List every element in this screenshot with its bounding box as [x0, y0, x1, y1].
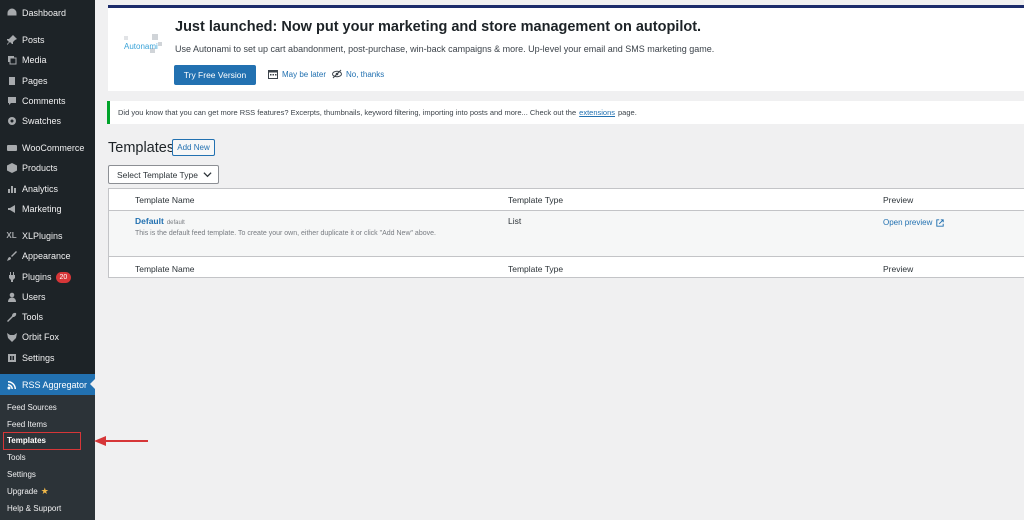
submenu-feed-items[interactable]: Feed Items	[7, 420, 47, 429]
sidebar-item-orbit-fox[interactable]: Orbit Fox	[0, 327, 95, 347]
svg-text:Autonami: Autonami	[124, 42, 158, 51]
sidebar-item-dashboard[interactable]: Dashboard	[0, 3, 95, 23]
fox-icon	[6, 332, 17, 343]
wrench-icon	[6, 312, 17, 323]
sidebar-item-comments[interactable]: Comments	[0, 91, 95, 111]
settings-icon	[6, 353, 17, 364]
template-name-link[interactable]: Default default	[135, 216, 185, 226]
xl-icon: XL	[6, 231, 17, 240]
page-title: Templates	[108, 140, 175, 156]
rss-aggregator-submenu: Feed Sources Feed Items Templates Tools …	[0, 395, 95, 520]
column-header-template-name[interactable]: Template Name	[135, 195, 195, 205]
sidebar-item-plugins[interactable]: Plugins 20	[0, 267, 95, 287]
sidebar-item-pages[interactable]: Pages	[0, 71, 95, 91]
footer-header-template-type[interactable]: Template Type	[508, 264, 563, 274]
template-type-value: List	[508, 216, 522, 226]
submenu-help-support[interactable]: Help & Support	[7, 504, 61, 513]
sidebar-item-posts[interactable]: Posts	[0, 30, 95, 50]
submenu-feed-sources[interactable]: Feed Sources	[7, 403, 57, 412]
plug-icon	[6, 272, 17, 283]
templates-highlight-box	[3, 432, 81, 450]
submenu-upgrade[interactable]: Upgrade ★	[7, 486, 49, 497]
sidebar-item-users[interactable]: Users	[0, 287, 95, 307]
media-icon	[6, 55, 17, 66]
woocommerce-icon	[6, 143, 17, 154]
sidebar-item-tools[interactable]: Tools	[0, 307, 95, 327]
box-icon	[6, 163, 17, 174]
notice-title: Just launched: Now put your marketing an…	[175, 19, 702, 35]
bar-chart-icon	[6, 184, 17, 195]
rss-icon	[6, 379, 17, 390]
templates-table: Template Name Template Type Preview Defa…	[108, 188, 1024, 278]
column-header-preview: Preview	[883, 195, 914, 205]
user-icon	[6, 292, 17, 303]
brush-icon	[6, 251, 17, 262]
sidebar-item-woocommerce[interactable]: WooCommerce	[0, 138, 95, 158]
sidebar-item-appearance[interactable]: Appearance	[0, 246, 95, 266]
calendar-icon	[268, 69, 278, 79]
dashboard-icon	[6, 8, 17, 19]
star-icon: ★	[40, 486, 49, 496]
autonami-promo-notice: Autonami Just launched: Now put your mar…	[108, 5, 1024, 91]
template-description: This is the default feed template. To cr…	[135, 230, 436, 237]
sidebar-item-products[interactable]: Products	[0, 158, 95, 178]
column-header-template-type[interactable]: Template Type	[508, 195, 563, 205]
external-link-icon	[936, 218, 945, 227]
rss-extensions-notice: Did you know that you can get more RSS f…	[107, 101, 1024, 124]
plugin-updates-badge: 20	[55, 271, 72, 283]
no-thanks-link[interactable]: No, thanks	[332, 69, 384, 79]
extensions-link[interactable]: extensions	[579, 108, 615, 117]
red-arrow-annotation	[94, 436, 148, 446]
autonami-logo: Autonami	[124, 34, 162, 53]
megaphone-icon	[6, 204, 17, 215]
sidebar-item-xlplugins[interactable]: XL XLPlugins	[0, 226, 95, 246]
submenu-tools[interactable]: Tools	[7, 453, 26, 462]
template-type-select[interactable]: Select Template Type	[108, 165, 219, 184]
sidebar-item-settings[interactable]: Settings	[0, 348, 95, 368]
gear-icon	[6, 116, 17, 127]
sidebar-item-media[interactable]: Media	[0, 50, 95, 70]
sidebar-item-rss-aggregator[interactable]: RSS Aggregator	[0, 374, 95, 395]
page-icon	[6, 76, 17, 87]
pin-icon	[6, 35, 17, 46]
open-preview-link[interactable]: Open preview	[883, 218, 945, 227]
sidebar-item-marketing[interactable]: Marketing	[0, 199, 95, 219]
footer-header-template-name[interactable]: Template Name	[135, 264, 195, 274]
maybe-later-link[interactable]: May be later	[268, 69, 326, 79]
notice-description: Use Autonami to set up cart abandonment,…	[175, 44, 715, 54]
hidden-eye-icon	[332, 69, 342, 79]
sidebar-item-analytics[interactable]: Analytics	[0, 179, 95, 199]
add-new-button[interactable]: Add New	[172, 139, 215, 156]
sidebar-item-swatches[interactable]: Swatches	[0, 111, 95, 131]
chevron-down-icon	[203, 172, 212, 178]
footer-header-preview: Preview	[883, 264, 914, 274]
table-row: Default default This is the default feed …	[109, 211, 1024, 256]
submenu-settings[interactable]: Settings	[7, 470, 36, 479]
try-free-version-button[interactable]: Try Free Version	[174, 65, 256, 85]
comment-icon	[6, 96, 17, 107]
